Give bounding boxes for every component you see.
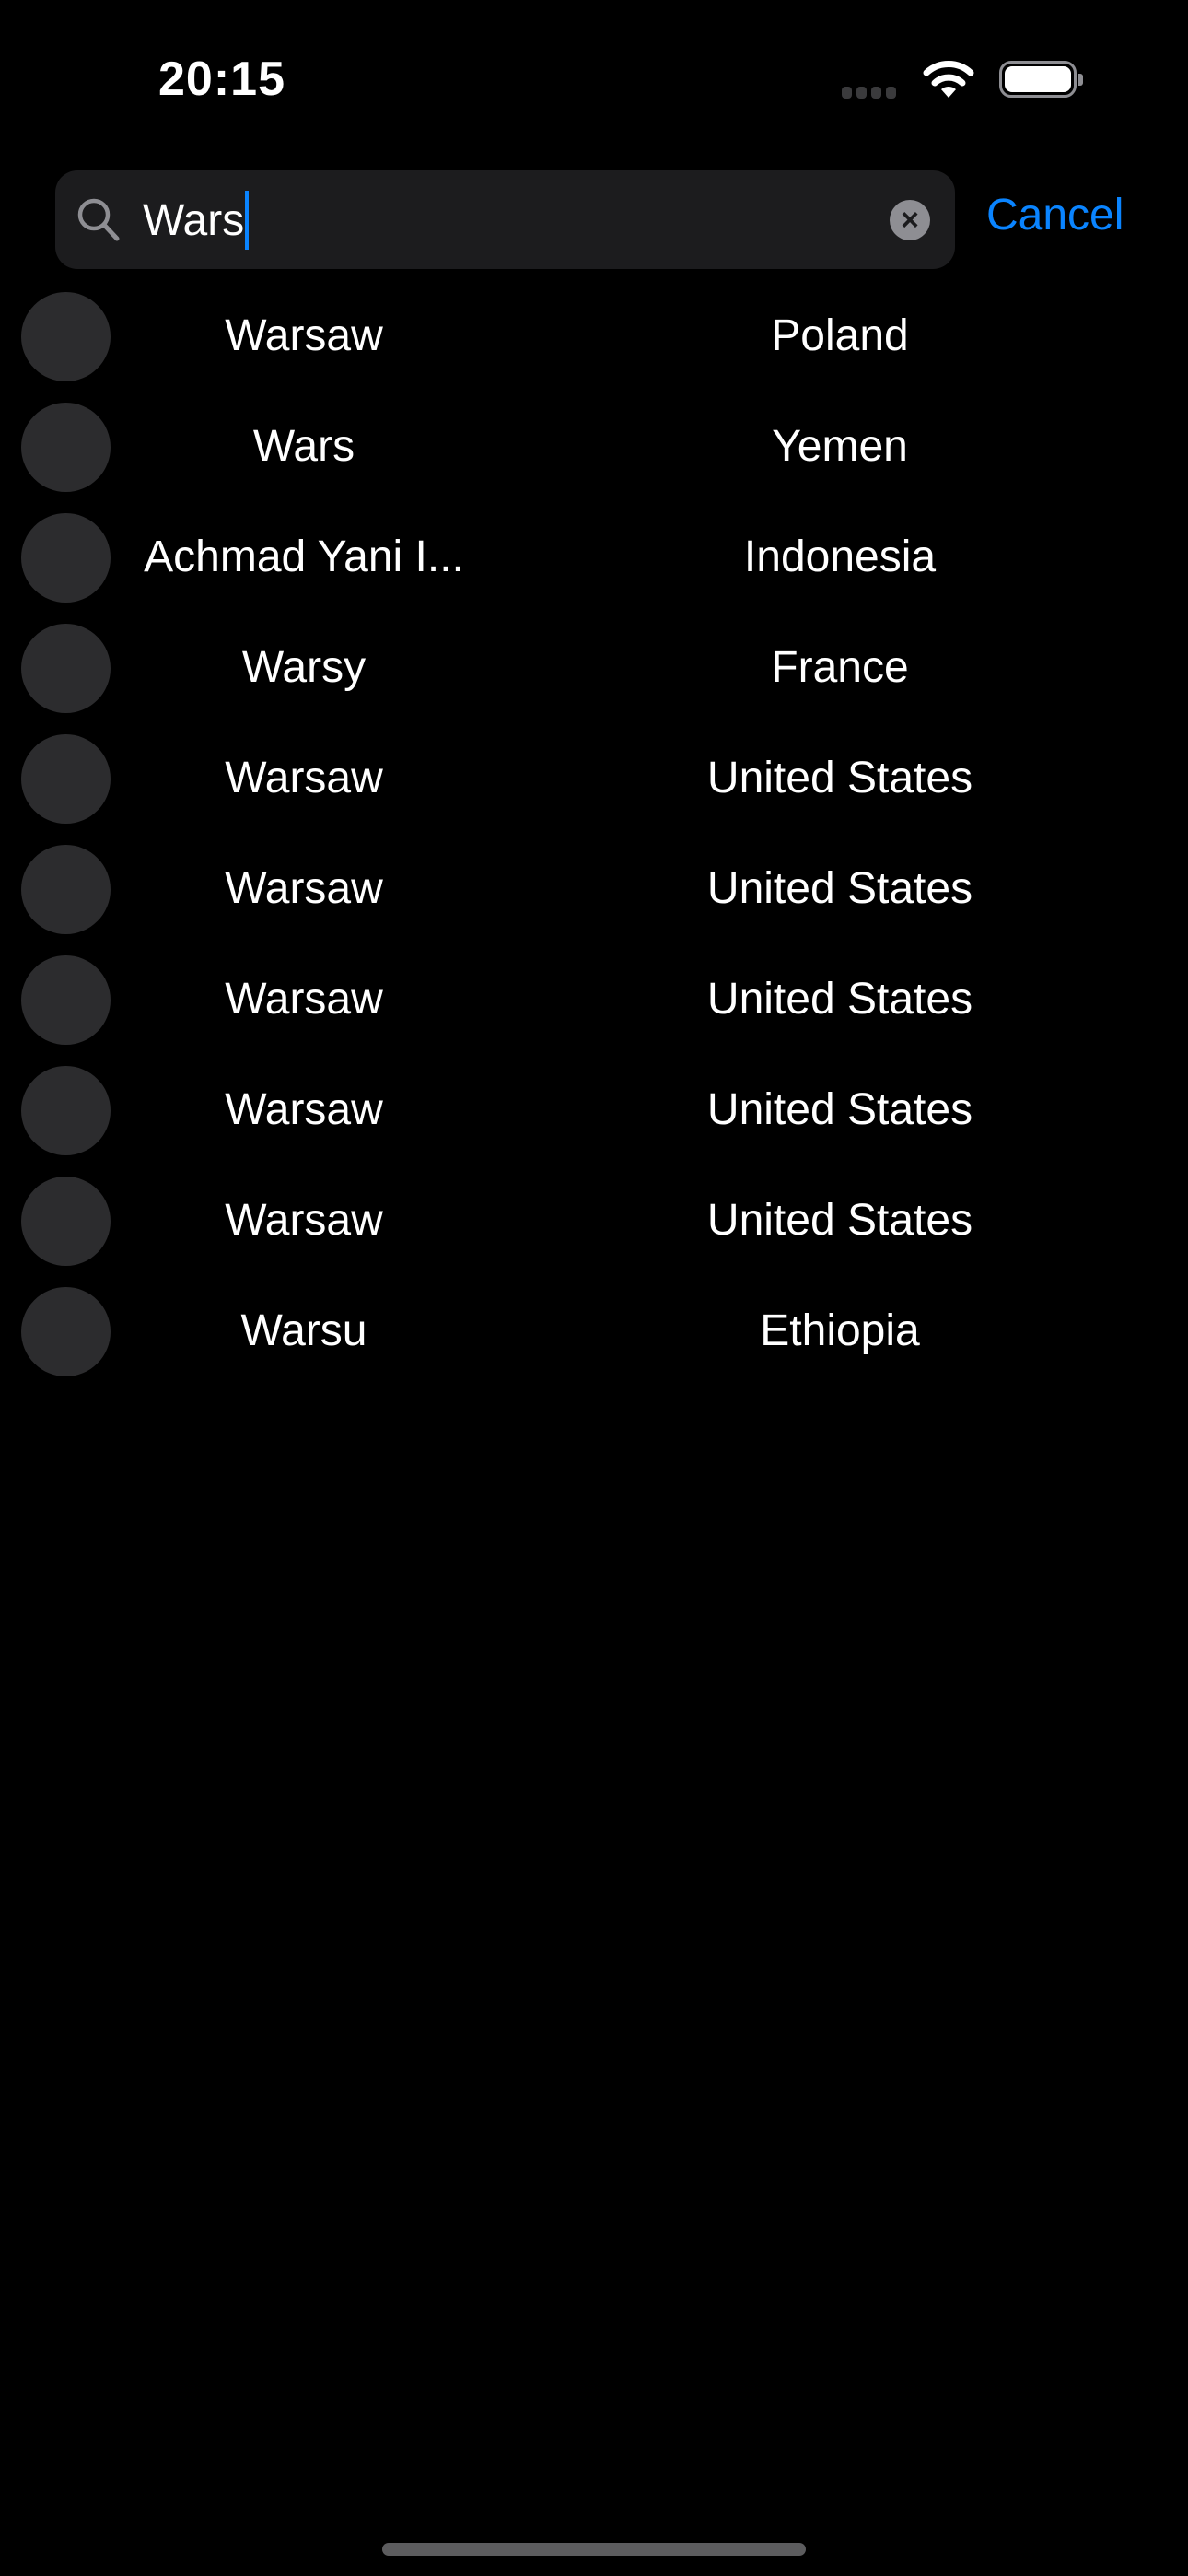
country-name: Indonesia [743,533,937,581]
battery-icon [999,61,1083,98]
city-name: Warsaw [225,975,383,1024]
country-name: United States [706,1196,973,1245]
search-results-list: Warsaw Poland Wars Yemen Achmad Yani I... Ind… [0,281,1188,1387]
country-name: United States [706,754,973,802]
cellular-signal-icon [842,87,896,99]
search-icon [77,198,120,241]
result-row[interactable]: Warsy France [0,613,1188,723]
flag-avatar [21,955,111,1045]
flag-avatar [21,734,111,824]
country-name: Poland [771,311,909,360]
city-name: Warsaw [225,754,383,802]
result-row[interactable]: Warsu Ethiopia [0,1276,1188,1387]
search-bar[interactable]: Wars × [55,170,955,269]
flag-avatar [21,1066,111,1155]
result-row[interactable]: Warsaw United States [0,1055,1188,1165]
search-query: Wars [143,195,245,245]
city-name: Warsaw [225,864,383,913]
city-name: Wars [252,422,355,471]
home-indicator[interactable] [382,2543,806,2556]
status-time: 20:15 [158,53,285,106]
flag-avatar [21,624,111,713]
city-name: Achmad Yani I... [144,533,464,581]
search-input[interactable]: Wars [143,191,250,250]
flag-avatar [21,292,111,381]
city-name: Warsy [241,643,367,692]
wifi-icon [923,61,974,98]
country-name: United States [706,975,973,1024]
result-row[interactable]: Warsaw United States [0,1165,1188,1276]
cancel-button[interactable]: Cancel [986,190,1124,240]
flag-avatar [21,513,111,603]
close-icon: × [901,203,919,238]
country-name: United States [706,1085,973,1134]
flag-avatar [21,1287,111,1376]
city-name: Warsaw [225,311,383,360]
text-cursor [245,191,250,250]
result-row[interactable]: Warsaw United States [0,834,1188,944]
flag-avatar [21,1177,111,1266]
result-row[interactable]: Warsaw Poland [0,281,1188,392]
country-name: Ethiopia [760,1306,920,1355]
country-name: United States [706,864,973,913]
result-row[interactable]: Warsaw United States [0,944,1188,1055]
result-row[interactable]: Achmad Yani I... Indonesia [0,502,1188,613]
result-row[interactable]: Wars Yemen [0,392,1188,502]
city-name: Warsaw [225,1196,383,1245]
city-name: Warsaw [225,1085,383,1134]
clear-search-button[interactable]: × [890,200,930,240]
flag-avatar [21,403,111,492]
country-name: France [771,643,909,692]
result-row[interactable]: Warsaw United States [0,723,1188,834]
flag-avatar [21,845,111,934]
country-name: Yemen [772,422,908,471]
city-name: Warsu [240,1306,367,1355]
